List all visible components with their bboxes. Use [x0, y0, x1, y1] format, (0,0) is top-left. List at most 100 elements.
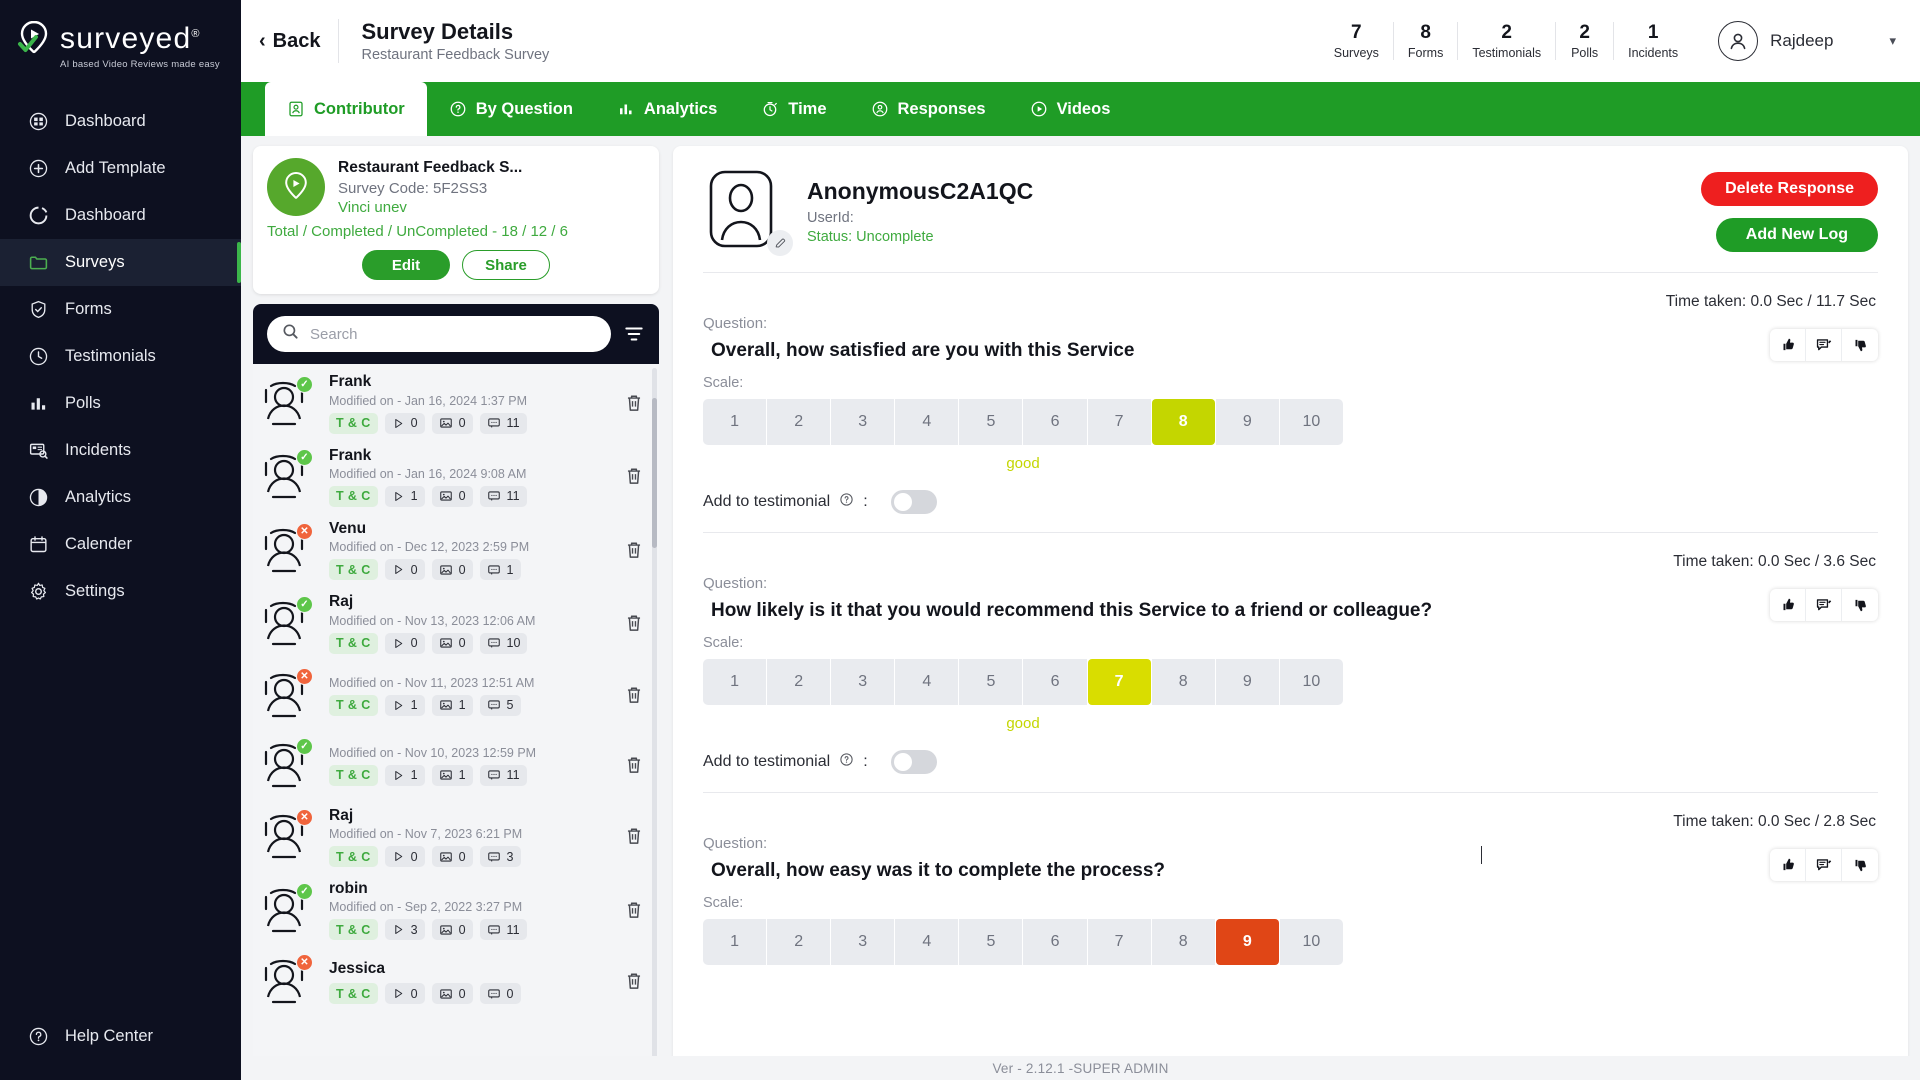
- contributor-row[interactable]: ✓ robin Modified on - Sep 2, 2022 3:27 PM T…: [253, 873, 659, 946]
- help-icon[interactable]: [839, 492, 854, 512]
- scale-option[interactable]: 1: [703, 659, 767, 705]
- contributor-row[interactable]: ✕ Jessica T & C 0 0 0: [253, 946, 659, 1016]
- tab-by-question[interactable]: By Question: [427, 82, 595, 136]
- scale-option[interactable]: 3: [831, 659, 895, 705]
- scale-option[interactable]: 4: [895, 659, 959, 705]
- add-to-testimonial-toggle[interactable]: [890, 490, 937, 514]
- scale-option[interactable]: 7: [1087, 659, 1151, 705]
- contributor-list[interactable]: ✓ Frank Modified on - Jan 16, 2024 1:37 PM…: [253, 364, 659, 1080]
- contributor-row[interactable]: ✓ Frank Modified on - Jan 16, 2024 1:37 PM…: [253, 366, 659, 439]
- stat-incidents[interactable]: 1 Incidents: [1613, 21, 1692, 61]
- note-edit-icon[interactable]: [1806, 849, 1842, 881]
- note-edit-icon[interactable]: [1806, 329, 1842, 361]
- back-button[interactable]: ‹ Back: [259, 30, 338, 53]
- thumbs-up-icon[interactable]: [1770, 329, 1806, 361]
- scale-option[interactable]: 2: [767, 919, 831, 965]
- sidebar-item-polls[interactable]: Polls: [0, 380, 241, 427]
- contributor-row[interactable]: ✕ Raj Modified on - Nov 7, 2023 6:21 PM T &…: [253, 800, 659, 873]
- sidebar-item-add-template[interactable]: Add Template: [0, 145, 241, 192]
- sidebar-item-analytics[interactable]: Analytics: [0, 474, 241, 521]
- stat-testimonials[interactable]: 2 Testimonials: [1457, 21, 1555, 61]
- delete-contributor-icon[interactable]: [623, 825, 645, 847]
- stat-surveys[interactable]: 7 Surveys: [1320, 22, 1393, 61]
- add-new-log-button[interactable]: Add New Log: [1715, 218, 1878, 252]
- sidebar-item-forms[interactable]: Forms: [0, 286, 241, 333]
- response-scroll-area[interactable]: AnonymousC2A1QC UserId: Status: Uncomple…: [673, 146, 1908, 1080]
- user-profile-menu[interactable]: Rajdeep ▾: [1718, 21, 1896, 61]
- delete-contributor-icon[interactable]: [623, 899, 645, 921]
- scale-option[interactable]: 2: [767, 659, 831, 705]
- share-survey-button[interactable]: Share: [462, 250, 550, 281]
- scale-option[interactable]: 6: [1023, 659, 1087, 705]
- contributor-row[interactable]: ✓ Modified on - Nov 10, 2023 12:59 PM T & …: [253, 730, 659, 800]
- scale-option[interactable]: 9: [1215, 919, 1279, 965]
- stat-forms[interactable]: 8 Forms: [1392, 21, 1457, 61]
- scale-option[interactable]: 5: [959, 399, 1023, 445]
- edit-avatar-pencil-icon[interactable]: [767, 230, 793, 256]
- thumbs-down-icon[interactable]: [1842, 329, 1878, 361]
- delete-contributor-icon[interactable]: [623, 392, 645, 414]
- scale-option[interactable]: 4: [895, 399, 959, 445]
- tab-analytics[interactable]: Analytics: [595, 82, 739, 136]
- sidebar-item-help-center[interactable]: Help Center: [0, 1013, 241, 1060]
- sidebar-item-calender[interactable]: Calender: [0, 521, 241, 568]
- scale-option[interactable]: 9: [1215, 399, 1279, 445]
- delete-contributor-icon[interactable]: [623, 684, 645, 706]
- scale-option[interactable]: 10: [1279, 659, 1343, 705]
- scale-option[interactable]: 3: [831, 919, 895, 965]
- scale-option[interactable]: 10: [1279, 919, 1343, 965]
- tab-contributor[interactable]: Contributor: [265, 82, 427, 136]
- scale-option[interactable]: 9: [1215, 659, 1279, 705]
- scale-option[interactable]: 7: [1087, 399, 1151, 445]
- contributor-row[interactable]: ✓ Raj Modified on - Nov 13, 2023 12:06 AM T…: [253, 586, 659, 659]
- scale-option[interactable]: 8: [1151, 919, 1215, 965]
- scale-option[interactable]: 8: [1151, 659, 1215, 705]
- thumbs-down-icon[interactable]: [1842, 589, 1878, 621]
- search-field-wrap[interactable]: [267, 316, 611, 353]
- stat-polls[interactable]: 2 Polls: [1555, 21, 1613, 61]
- scale-option[interactable]: 1: [703, 399, 767, 445]
- delete-contributor-icon[interactable]: [623, 539, 645, 561]
- thumbs-up-icon[interactable]: [1770, 849, 1806, 881]
- contributor-row[interactable]: ✕ Modified on - Nov 11, 2023 12:51 AM T & …: [253, 660, 659, 730]
- scale-option[interactable]: 4: [895, 919, 959, 965]
- delete-response-button[interactable]: Delete Response: [1701, 172, 1878, 206]
- contributor-row[interactable]: ✕ Venu Modified on - Dec 12, 2023 2:59 PM T…: [253, 513, 659, 586]
- scrollbar-thumb[interactable]: [652, 398, 657, 549]
- sidebar-item-dashboard-2[interactable]: Dashboard: [0, 192, 241, 239]
- note-edit-icon[interactable]: [1806, 589, 1842, 621]
- thumbs-down-icon[interactable]: [1842, 849, 1878, 881]
- tab-videos[interactable]: Videos: [1008, 82, 1133, 136]
- scale-option[interactable]: 8: [1151, 399, 1215, 445]
- dashboard-grid-icon: [28, 111, 49, 132]
- add-to-testimonial-toggle[interactable]: [890, 750, 937, 774]
- help-icon[interactable]: [839, 752, 854, 772]
- scale-option[interactable]: 3: [831, 399, 895, 445]
- tab-time[interactable]: Time: [739, 82, 848, 136]
- sidebar-item-surveys[interactable]: Surveys: [0, 239, 241, 286]
- thumbs-up-icon[interactable]: [1770, 589, 1806, 621]
- scale-option[interactable]: 5: [959, 919, 1023, 965]
- scale-option[interactable]: 10: [1279, 399, 1343, 445]
- filter-icon[interactable]: [623, 323, 645, 345]
- delete-contributor-icon[interactable]: [623, 970, 645, 992]
- delete-contributor-icon[interactable]: [623, 754, 645, 776]
- delete-contributor-icon[interactable]: [623, 465, 645, 487]
- sidebar-item-dashboard-1[interactable]: Dashboard: [0, 98, 241, 145]
- scale-option[interactable]: 7: [1087, 919, 1151, 965]
- sidebar-item-testimonials[interactable]: Testimonials: [0, 333, 241, 380]
- scale-option[interactable]: 5: [959, 659, 1023, 705]
- scale-option[interactable]: 6: [1023, 399, 1087, 445]
- scale-option[interactable]: 2: [767, 399, 831, 445]
- delete-contributor-icon[interactable]: [623, 612, 645, 634]
- scale-option[interactable]: 1: [703, 919, 767, 965]
- chevron-down-icon[interactable]: ▾: [1889, 33, 1896, 49]
- sidebar-item-incidents[interactable]: Incidents: [0, 427, 241, 474]
- tab-responses[interactable]: Responses: [849, 82, 1008, 136]
- contributor-list-scrollbar[interactable]: [652, 368, 657, 1076]
- scale-option[interactable]: 6: [1023, 919, 1087, 965]
- sidebar-item-settings[interactable]: Settings: [0, 568, 241, 615]
- search-input[interactable]: [310, 325, 597, 343]
- contributor-row[interactable]: ✓ Frank Modified on - Jan 16, 2024 9:08 AM…: [253, 440, 659, 513]
- edit-survey-button[interactable]: Edit: [362, 250, 450, 281]
